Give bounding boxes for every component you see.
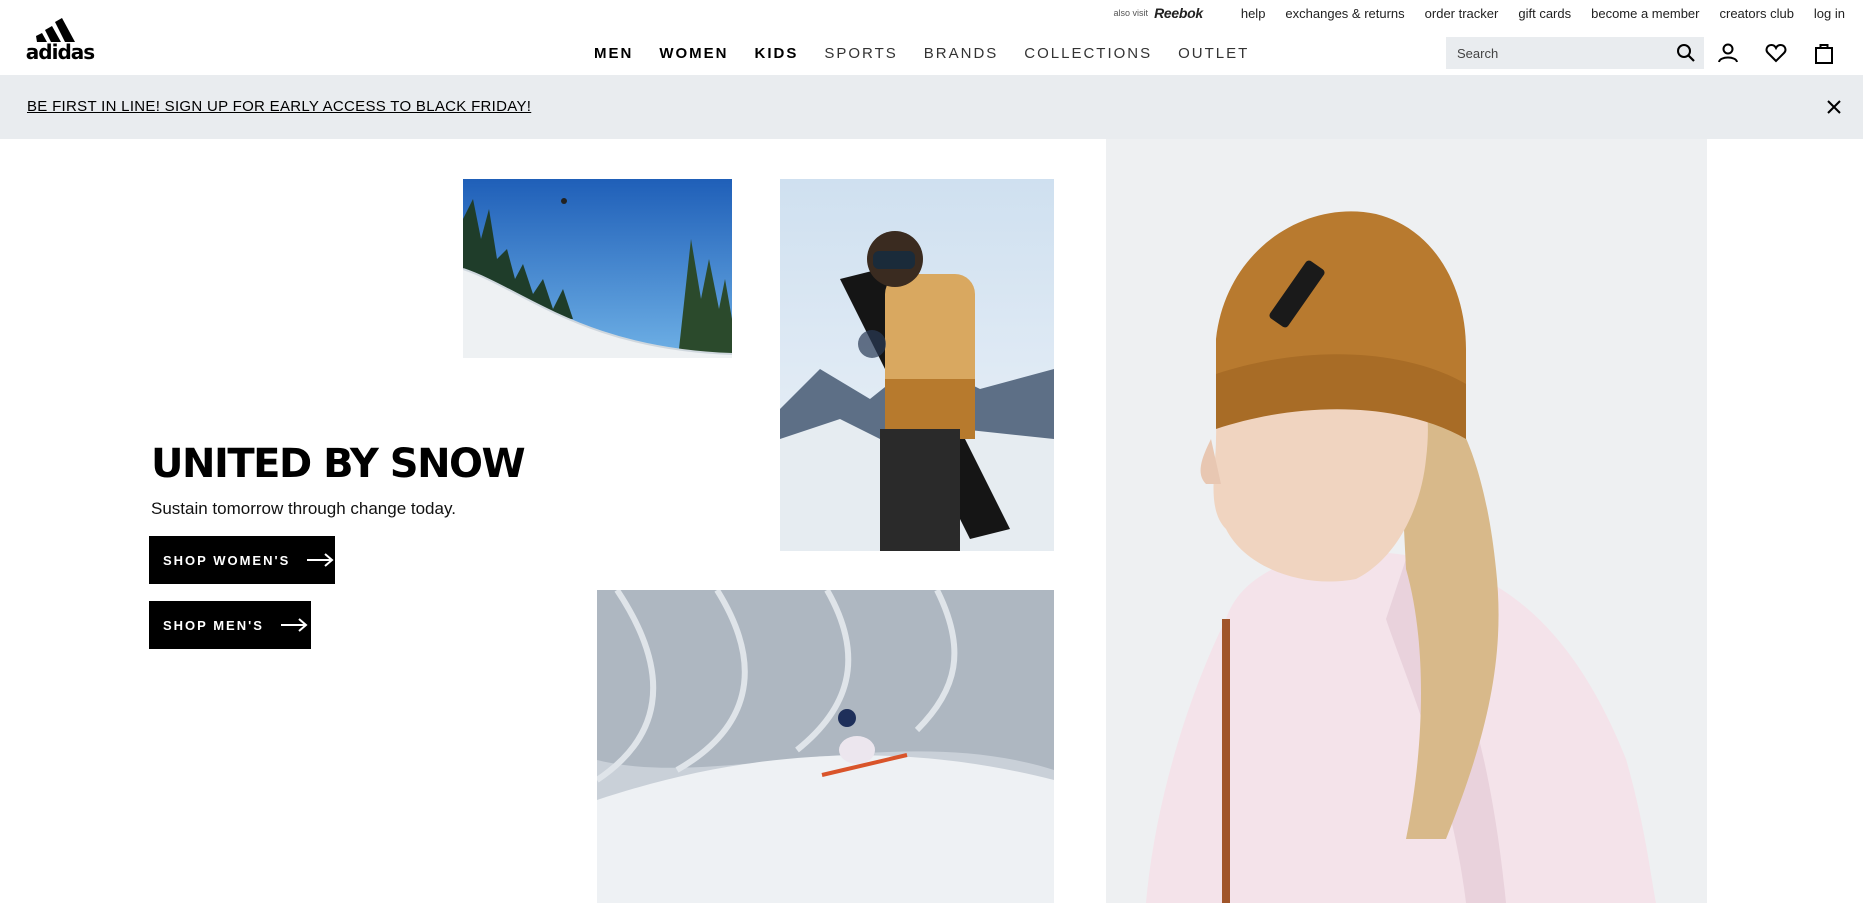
order-tracker-link[interactable]: order tracker xyxy=(1425,6,1499,21)
logo-wordmark: adidas xyxy=(25,40,95,64)
help-link[interactable]: help xyxy=(1241,6,1266,21)
also-visit-label: also visit xyxy=(1113,8,1149,18)
shopping-bag-icon[interactable] xyxy=(1812,41,1836,65)
exchanges-returns-link[interactable]: exchanges & returns xyxy=(1285,6,1404,21)
creators-club-link[interactable]: creators club xyxy=(1720,6,1794,21)
nav-item-brands[interactable]: BRANDS xyxy=(924,45,999,62)
search-box[interactable] xyxy=(1446,37,1704,69)
shop-mens-button[interactable]: SHOP MEN'S xyxy=(149,601,314,652)
log-in-link[interactable]: log in xyxy=(1814,6,1845,21)
skier-halfpipe-photo xyxy=(597,590,1054,903)
skier-halfpipe-image[interactable] xyxy=(597,590,1054,903)
nav-item-women[interactable]: WOMEN xyxy=(659,45,728,62)
nav-item-kids[interactable]: KIDS xyxy=(755,45,799,62)
nav-item-collections[interactable]: COLLECTIONS xyxy=(1024,45,1152,62)
gift-cards-link[interactable]: gift cards xyxy=(1518,6,1571,21)
hero-subtitle: Sustain tomorrow through change today. xyxy=(151,499,456,518)
nav-item-outlet[interactable]: OUTLET xyxy=(1178,45,1249,62)
search-input[interactable] xyxy=(1457,45,1657,61)
also-visit[interactable]: also visit Reebok xyxy=(1113,5,1204,21)
main-nav: MEN WOMEN KIDS SPORTS BRANDS COLLECTIONS… xyxy=(594,44,1249,62)
heart-icon[interactable] xyxy=(1764,41,1788,65)
hero-title: UNITED BY SNOW xyxy=(151,441,526,487)
nav-item-sports[interactable]: SPORTS xyxy=(824,45,897,62)
shop-womens-label: SHOP WOMEN'S xyxy=(163,552,291,568)
promo-banner-link[interactable]: BE FIRST IN LINE! SIGN UP FOR EARLY ACCE… xyxy=(27,98,531,115)
shop-mens-label: SHOP MEN'S xyxy=(163,617,264,633)
user-icon[interactable] xyxy=(1716,41,1740,65)
woman-beanie-photo xyxy=(1106,139,1707,903)
woman-beanie-image[interactable] xyxy=(1106,139,1707,903)
utility-bar: also visit Reebok help exchanges & retur… xyxy=(1114,5,1845,21)
nav-item-men[interactable]: MEN xyxy=(594,45,633,62)
search-icon[interactable] xyxy=(1676,43,1696,63)
site-header: adidas also visit Reebok help exchanges … xyxy=(0,0,1863,76)
reebok-link[interactable]: Reebok xyxy=(1154,5,1203,21)
snowboarder-portrait-photo xyxy=(780,179,1054,551)
promo-banner: BE FIRST IN LINE! SIGN UP FOR EARLY ACCE… xyxy=(0,76,1863,139)
become-member-link[interactable]: become a member xyxy=(1591,6,1699,21)
close-icon[interactable] xyxy=(1825,98,1843,116)
snowboard-jump-photo xyxy=(463,179,732,358)
arrow-right-icon xyxy=(307,553,334,567)
arrow-right-icon xyxy=(280,618,308,632)
snowboarder-portrait-image[interactable] xyxy=(780,179,1054,551)
snowboard-jump-image[interactable] xyxy=(463,179,732,358)
shop-womens-button[interactable]: SHOP WOMEN'S xyxy=(149,536,338,587)
adidas-logo[interactable]: adidas xyxy=(25,14,95,62)
